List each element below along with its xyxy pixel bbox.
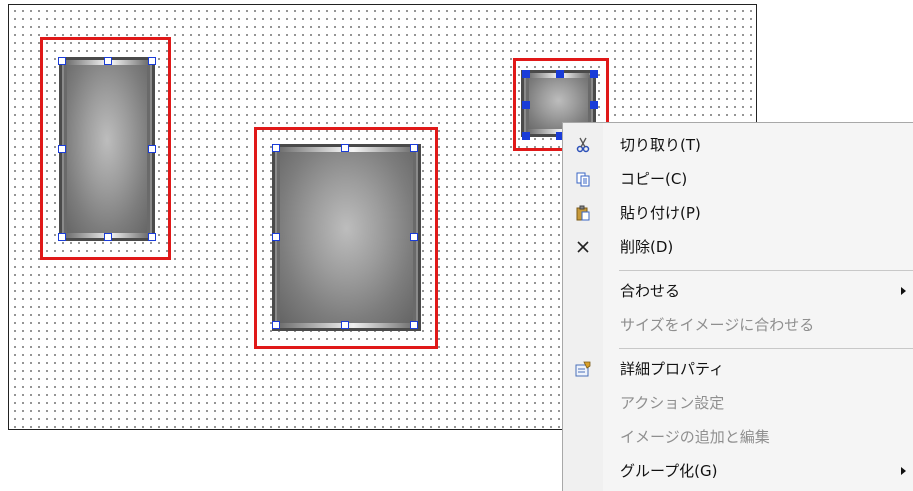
menu-item-action-settings[interactable]: アクション設定 bbox=[563, 386, 913, 419]
submenu-arrow-icon bbox=[901, 466, 906, 475]
menu-item-image-add-edit[interactable]: イメージの追加と編集 bbox=[563, 420, 913, 453]
menu-separator bbox=[619, 348, 913, 349]
copy-icon bbox=[563, 162, 603, 195]
menu-item-paste[interactable]: 貼り付け(P) bbox=[563, 196, 913, 229]
menu-item-cut[interactable]: 切り取り(T) bbox=[563, 128, 913, 161]
resize-handle[interactable] bbox=[272, 233, 280, 241]
resize-handle[interactable] bbox=[58, 145, 66, 153]
menu-item-delete[interactable]: 削除(D) bbox=[563, 230, 913, 263]
resize-handle[interactable] bbox=[58, 233, 66, 241]
scissors-icon bbox=[563, 128, 603, 161]
resize-handle[interactable] bbox=[148, 57, 156, 65]
properties-icon bbox=[563, 352, 603, 385]
resize-handle[interactable] bbox=[522, 132, 530, 140]
menu-item-fit-to-image[interactable]: サイズをイメージに合わせる bbox=[563, 308, 913, 341]
resize-handle[interactable] bbox=[148, 145, 156, 153]
menu-item-label: サイズをイメージに合わせる bbox=[620, 316, 815, 334]
resize-handle[interactable] bbox=[148, 233, 156, 241]
resize-handle[interactable] bbox=[272, 321, 280, 329]
menu-item-group[interactable]: グループ化(G) bbox=[563, 454, 913, 487]
resize-handle[interactable] bbox=[272, 144, 280, 152]
resize-handle[interactable] bbox=[341, 321, 349, 329]
menu-item-align[interactable]: 合わせる bbox=[563, 274, 913, 307]
menu-item-label: 削除(D) bbox=[620, 238, 674, 256]
resize-handle[interactable] bbox=[58, 57, 66, 65]
submenu-arrow-icon bbox=[901, 286, 906, 295]
resize-handle[interactable] bbox=[410, 321, 418, 329]
resize-handle[interactable] bbox=[522, 70, 530, 78]
resize-handle[interactable] bbox=[104, 57, 112, 65]
delete-x-icon bbox=[563, 230, 603, 263]
menu-item-label: グループ化(G) bbox=[620, 462, 718, 480]
menu-item-copy[interactable]: コピー(C) bbox=[563, 162, 913, 195]
resize-handle[interactable] bbox=[522, 101, 530, 109]
menu-item-label: アクション設定 bbox=[620, 394, 725, 412]
resize-handle[interactable] bbox=[410, 233, 418, 241]
image-control-2[interactable] bbox=[272, 144, 421, 331]
menu-item-label: 貼り付け(P) bbox=[620, 204, 701, 222]
resize-handle[interactable] bbox=[410, 144, 418, 152]
paste-icon bbox=[563, 196, 603, 229]
menu-separator bbox=[619, 270, 913, 271]
menu-item-label: 合わせる bbox=[620, 282, 681, 300]
resize-handle[interactable] bbox=[590, 70, 598, 78]
resize-handle[interactable] bbox=[590, 101, 598, 109]
resize-handle[interactable] bbox=[341, 144, 349, 152]
menu-item-label: 詳細プロパティ bbox=[620, 360, 725, 378]
context-menu: 切り取り(T) コピー(C) 貼り付け(P) 削除(D) 合わせる サイズをイメ… bbox=[562, 122, 913, 491]
resize-handle[interactable] bbox=[104, 233, 112, 241]
menu-item-label: コピー(C) bbox=[620, 170, 688, 188]
menu-item-properties[interactable]: 詳細プロパティ bbox=[563, 352, 913, 385]
menu-item-label: 切り取り(T) bbox=[620, 136, 701, 154]
image-control-1[interactable] bbox=[59, 57, 155, 241]
resize-handle[interactable] bbox=[556, 70, 564, 78]
menu-item-label: イメージの追加と編集 bbox=[620, 428, 770, 446]
